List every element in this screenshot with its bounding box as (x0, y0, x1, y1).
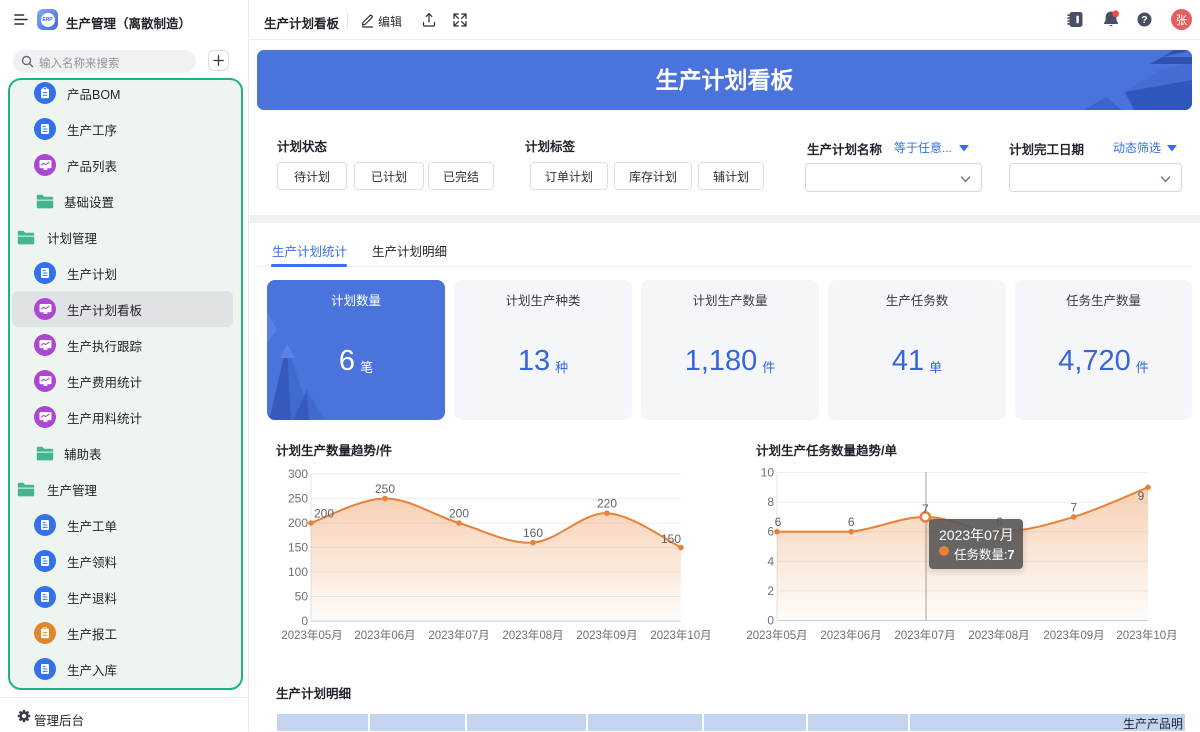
svg-text:50: 50 (295, 590, 309, 604)
svg-text:0: 0 (767, 614, 774, 628)
svg-text:4: 4 (767, 554, 774, 568)
svg-text:100: 100 (288, 565, 308, 579)
svg-text:2023年07月: 2023年07月 (894, 628, 955, 642)
svg-text:6: 6 (775, 515, 782, 529)
svg-text:6: 6 (848, 515, 855, 529)
svg-text:2023年10月: 2023年10月 (650, 628, 711, 642)
svg-text:300: 300 (288, 467, 308, 481)
svg-text:8: 8 (767, 495, 774, 509)
svg-text:2023年09月: 2023年09月 (576, 628, 637, 642)
svg-text:200: 200 (449, 507, 469, 521)
svg-text:2023年07月: 2023年07月 (428, 628, 489, 642)
svg-text:250: 250 (288, 492, 308, 506)
svg-text:2023年06月: 2023年06月 (820, 628, 881, 642)
svg-text:9: 9 (1138, 489, 1145, 503)
svg-text:220: 220 (597, 497, 617, 511)
svg-text:2023年05月: 2023年05月 (281, 628, 342, 642)
svg-text:200: 200 (314, 507, 334, 521)
svg-text:10: 10 (761, 466, 775, 480)
svg-text:2: 2 (767, 584, 774, 598)
svg-text:7: 7 (922, 502, 929, 516)
svg-text:2023年10月: 2023年10月 (1116, 628, 1177, 642)
svg-text:2023年08月: 2023年08月 (502, 628, 563, 642)
svg-text:0: 0 (301, 614, 308, 628)
svg-text:150: 150 (661, 532, 681, 546)
svg-text:6: 6 (767, 525, 774, 539)
svg-text:150: 150 (288, 541, 308, 555)
svg-text:2023年05月: 2023年05月 (746, 628, 807, 642)
svg-text:200: 200 (288, 516, 308, 530)
svg-text:7: 7 (1070, 500, 1077, 514)
svg-text:160: 160 (523, 526, 543, 540)
svg-text:2023年06月: 2023年06月 (354, 628, 415, 642)
svg-text:250: 250 (375, 482, 395, 496)
svg-text:2023年08月: 2023年08月 (968, 628, 1029, 642)
svg-text:?: ? (1141, 14, 1147, 26)
svg-text:2023年09月: 2023年09月 (1043, 628, 1104, 642)
